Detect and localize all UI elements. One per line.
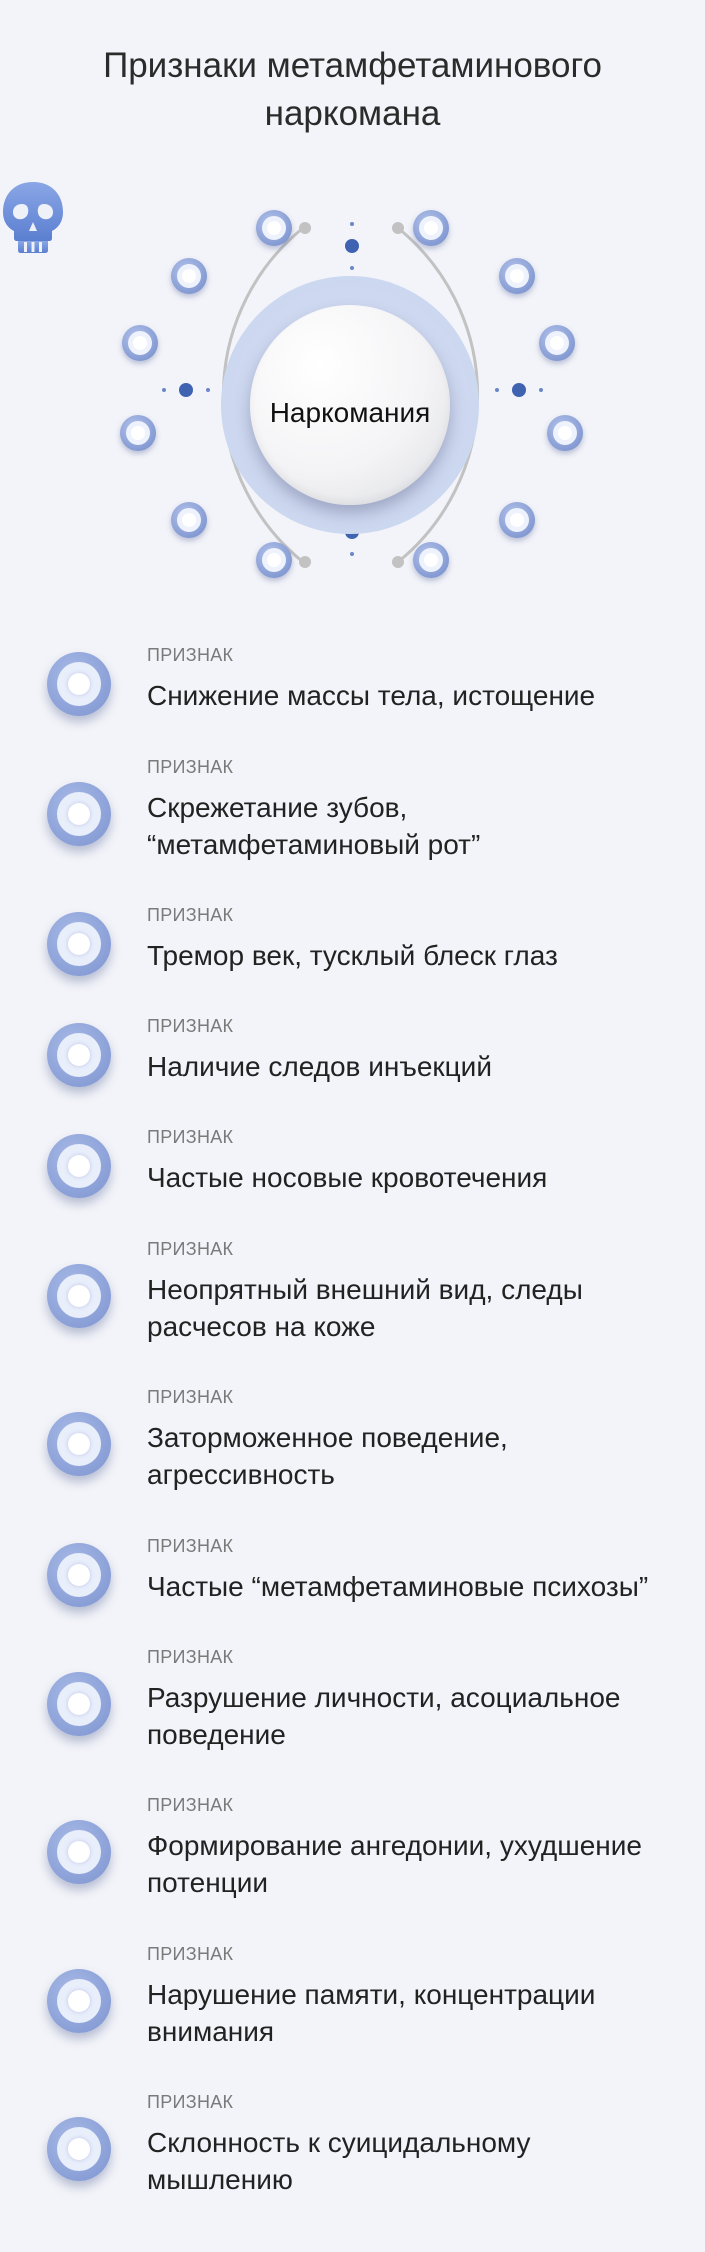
bullet-ring-icon xyxy=(47,1264,111,1328)
axis-dot xyxy=(350,266,354,270)
bullet-ring-icon xyxy=(47,912,111,976)
ring-node xyxy=(539,325,575,361)
sign-text: Заторможенное поведение, агрессивность xyxy=(147,1422,508,1490)
sign-label: ПРИЗНАК xyxy=(147,1387,234,1407)
axis-dot xyxy=(350,552,354,556)
axis-dot xyxy=(350,222,354,226)
axis-dot xyxy=(345,239,359,253)
sign-text: Тремор век, тусклый блеск глаз xyxy=(147,940,558,971)
ring-node xyxy=(499,258,535,294)
sign-label: ПРИЗНАК xyxy=(147,1127,234,1147)
ring-node xyxy=(413,542,449,578)
bullet-ring-icon xyxy=(47,1543,111,1607)
bullet-ring-icon xyxy=(47,1820,111,1884)
sign-text: Формирование ангедонии, ухудшение потенц… xyxy=(147,1830,642,1898)
sign-text: Скрежетание зубов, “метамфетаминовый рот… xyxy=(147,792,481,860)
sign-text: Частые носовые кровотечения xyxy=(147,1162,548,1193)
sign-text: Разрушение личности, асоциальное поведен… xyxy=(147,1682,621,1750)
sign-text: Неопрятный внешний вид, следы расчесов н… xyxy=(147,1274,583,1342)
axis-dot xyxy=(512,383,526,397)
hub-diagram: Наркомания xyxy=(0,180,705,620)
axis-dot xyxy=(495,388,499,392)
ring-node xyxy=(171,502,207,538)
sign-label: ПРИЗНАК xyxy=(147,1536,234,1556)
sign-label: ПРИЗНАК xyxy=(147,905,234,925)
sign-text: Нарушение памяти, концентрации внимания xyxy=(147,1979,596,2047)
bullet-ring-icon xyxy=(47,1672,111,1736)
axis-dot xyxy=(162,388,166,392)
sign-label: ПРИЗНАК xyxy=(147,1647,234,1667)
arc-end-dot xyxy=(299,222,311,234)
arc-end-dot xyxy=(392,556,404,568)
ring-node xyxy=(120,415,156,451)
sign-label: ПРИЗНАК xyxy=(147,1795,234,1815)
sign-text: Снижение массы тела, истощение xyxy=(147,680,596,711)
sign-label: ПРИЗНАК xyxy=(147,1944,234,1964)
sign-label: ПРИЗНАК xyxy=(147,645,234,665)
axis-dot xyxy=(539,388,543,392)
sign-text: Склонность к суицидальному мышлению xyxy=(147,2127,531,2195)
bullet-ring-icon xyxy=(47,1023,111,1087)
arc-end-dot xyxy=(299,556,311,568)
sign-label: ПРИЗНАК xyxy=(147,1016,234,1036)
bullet-ring-icon xyxy=(47,1969,111,2033)
bullet-ring-icon xyxy=(47,1412,111,1476)
ring-node xyxy=(122,325,158,361)
ring-node xyxy=(499,502,535,538)
ring-node xyxy=(256,542,292,578)
axis-dot xyxy=(206,388,210,392)
sign-text: Наличие следов инъекций xyxy=(147,1051,492,1082)
ring-node xyxy=(256,210,292,246)
ring-node xyxy=(413,210,449,246)
bullet-ring-icon xyxy=(47,652,111,716)
sign-text: Частые “метамфетаминовые психозы” xyxy=(147,1571,649,1602)
arc-end-dot xyxy=(392,222,404,234)
bullet-ring-icon xyxy=(47,1134,111,1198)
axis-dot xyxy=(179,383,193,397)
skull-icon xyxy=(3,182,63,253)
sign-label: ПРИЗНАК xyxy=(147,757,234,777)
bullet-ring-icon xyxy=(47,782,111,846)
sign-label: ПРИЗНАК xyxy=(147,1239,234,1259)
ring-node xyxy=(547,415,583,451)
bullet-ring-icon xyxy=(47,2117,111,2181)
center-label: Наркомания xyxy=(269,397,431,428)
page-title: Признаки метамфетаминового наркомана xyxy=(103,46,602,133)
sign-label: ПРИЗНАК xyxy=(147,2092,234,2112)
ring-node xyxy=(171,258,207,294)
